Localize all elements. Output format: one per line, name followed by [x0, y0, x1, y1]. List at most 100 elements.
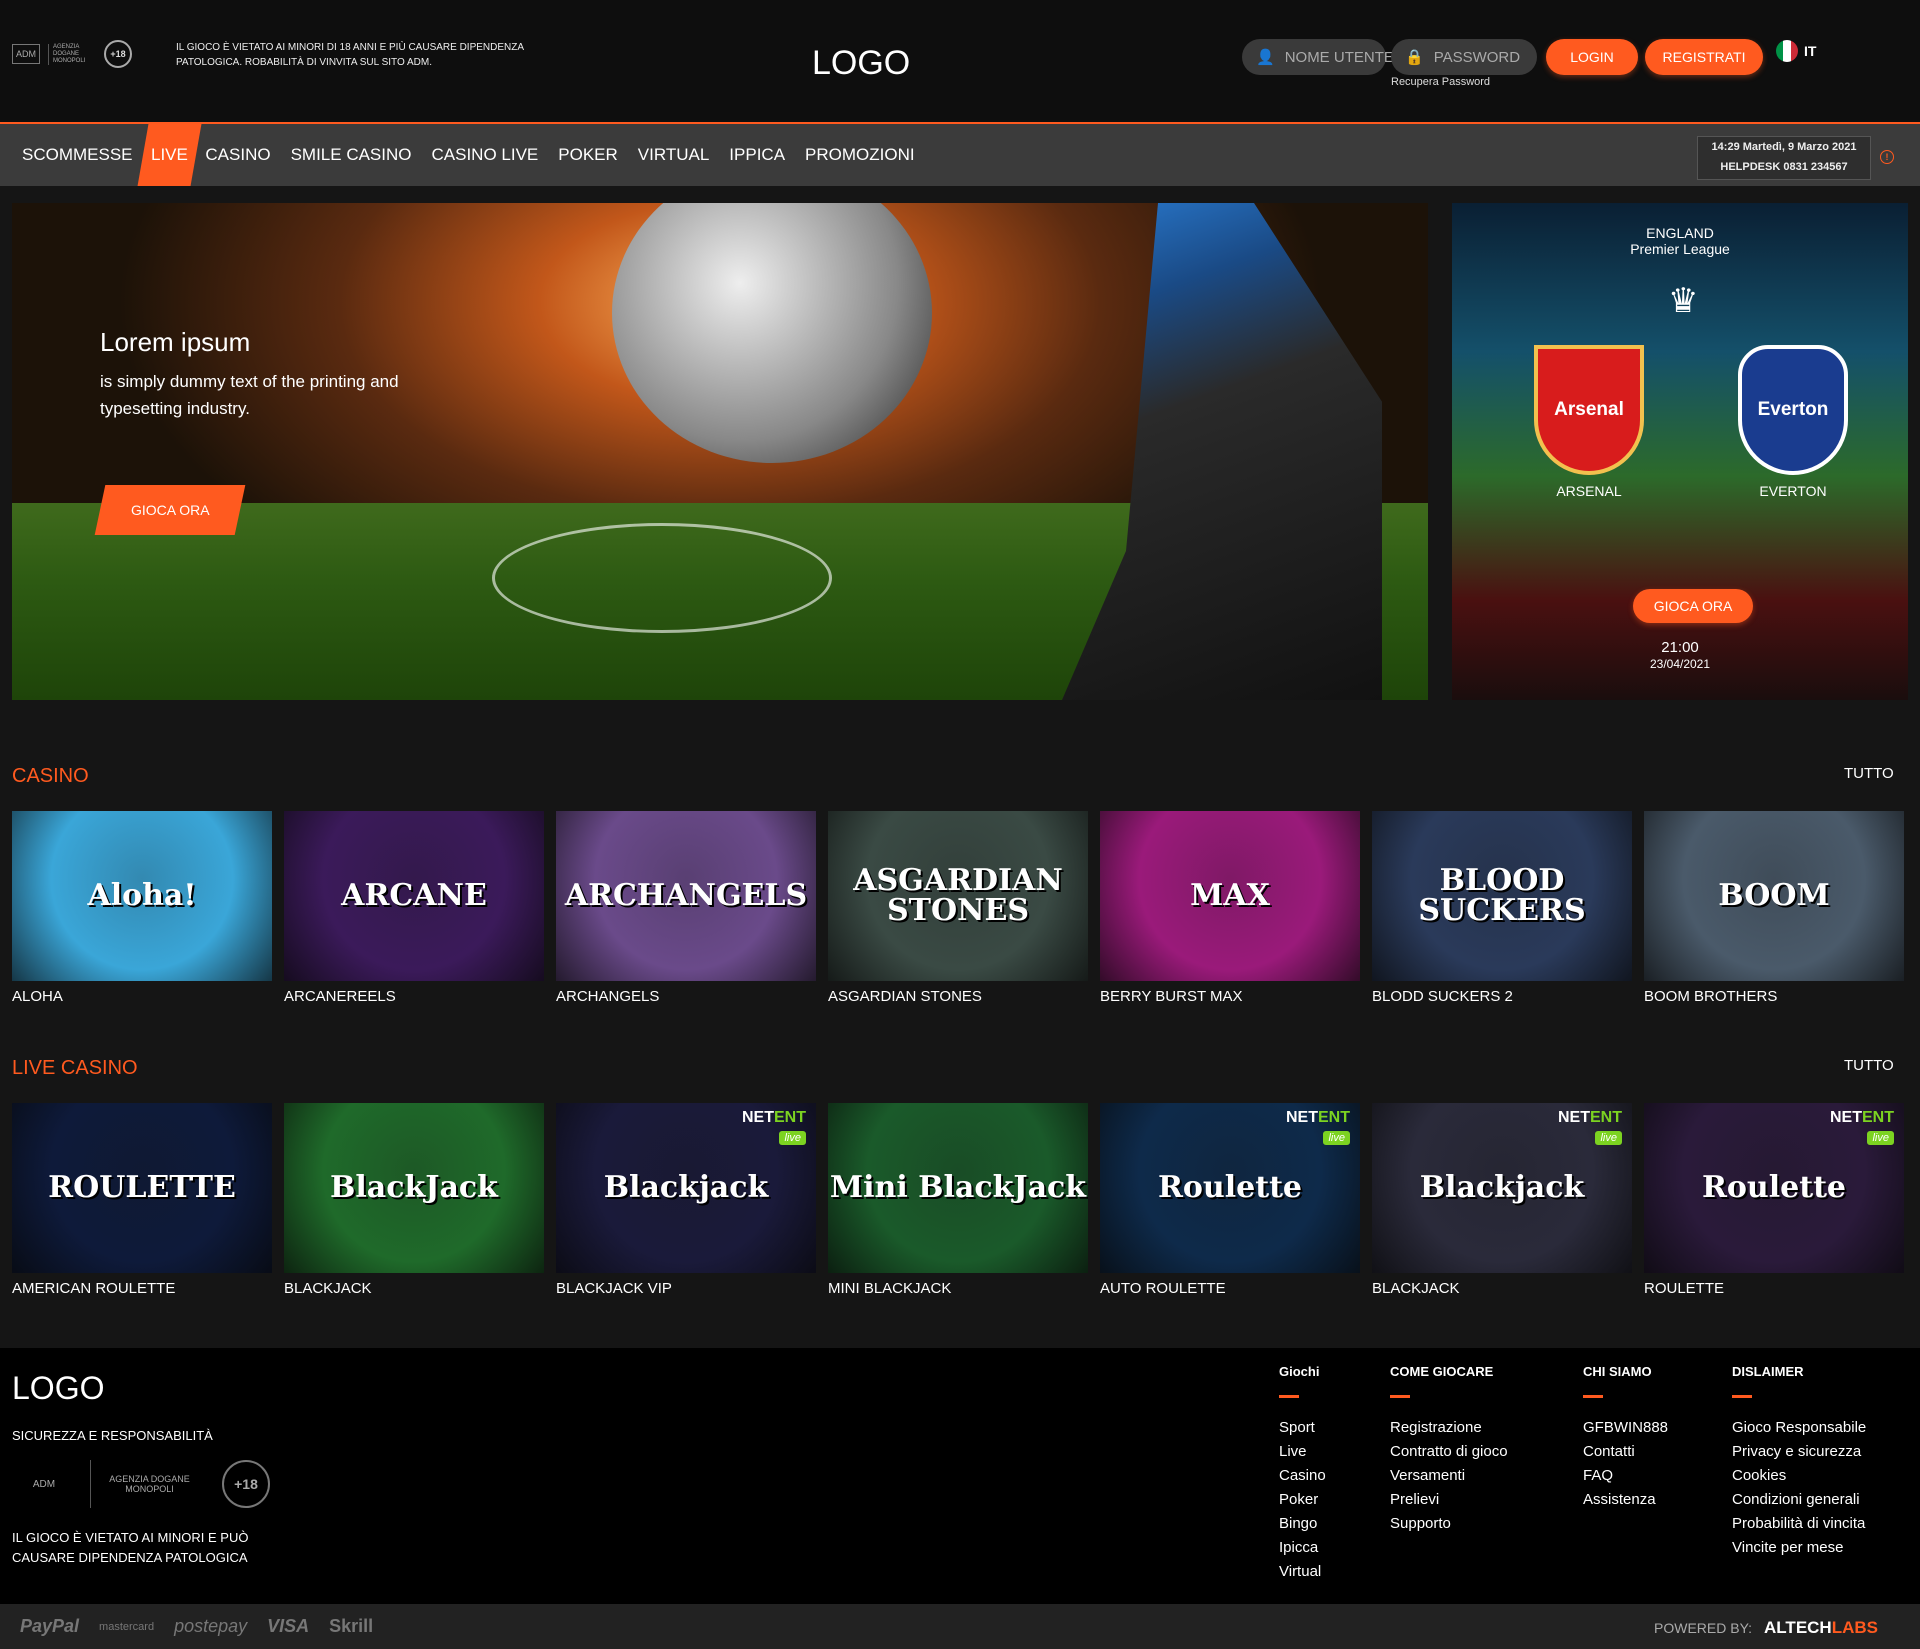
- footer-link[interactable]: Sport: [1279, 1416, 1326, 1440]
- game-label[interactable]: ASGARDIAN STONES: [828, 988, 1088, 1005]
- nav-item-casino[interactable]: CASINO: [195, 124, 280, 186]
- footer-link[interactable]: Virtual: [1279, 1560, 1326, 1584]
- game-thumbnail[interactable]: MAX: [1100, 811, 1360, 981]
- game-card[interactable]: Roulette NETENT live AUTO ROULETTE: [1100, 1103, 1360, 1297]
- match-play-button[interactable]: GIOCA ORA: [1633, 589, 1753, 623]
- info-icon[interactable]: !: [1880, 150, 1894, 164]
- site-logo[interactable]: LOGO: [812, 44, 910, 83]
- game-thumbnail[interactable]: ARCANE: [284, 811, 544, 981]
- premier-league-icon: ♛: [1668, 282, 1699, 320]
- footer-link[interactable]: Poker: [1279, 1488, 1326, 1512]
- game-thumbnail[interactable]: Roulette NETENT live: [1100, 1103, 1360, 1273]
- game-thumbnail[interactable]: Mini BlackJack: [828, 1103, 1088, 1273]
- game-thumbnail[interactable]: BLOOD SUCKERS: [1372, 811, 1632, 981]
- game-label[interactable]: ROULETTE: [1644, 1280, 1904, 1297]
- username-field[interactable]: 👤: [1242, 39, 1395, 75]
- game-card[interactable]: Roulette NETENT live ROULETTE: [1644, 1103, 1904, 1297]
- user-icon: 👤: [1256, 49, 1275, 66]
- game-label[interactable]: BERRY BURST MAX: [1100, 988, 1360, 1005]
- game-card[interactable]: ARCHANGELS ARCHANGELS: [556, 811, 816, 1005]
- game-label[interactable]: ARCANEREELS: [284, 988, 544, 1005]
- live-casino-see-all-link[interactable]: TUTTO: [1844, 1057, 1894, 1074]
- footer-col-disclaimer: DISLAIMER Gioco Responsabile Privacy e s…: [1732, 1364, 1866, 1560]
- game-thumbnail[interactable]: ASGARDIAN STONES: [828, 811, 1088, 981]
- footer-link[interactable]: Bingo: [1279, 1512, 1326, 1536]
- game-card[interactable]: MAX BERRY BURST MAX: [1100, 811, 1360, 1005]
- game-thumbnail[interactable]: BlackJack: [284, 1103, 544, 1273]
- game-thumbnail[interactable]: ARCHANGELS: [556, 811, 816, 981]
- brand-part-a: ALTECH: [1764, 1618, 1832, 1637]
- game-label[interactable]: ARCHANGELS: [556, 988, 816, 1005]
- game-card[interactable]: ARCANE ARCANEREELS: [284, 811, 544, 1005]
- footer-link[interactable]: Casino: [1279, 1464, 1326, 1488]
- game-card[interactable]: BLOOD SUCKERS BLODD SUCKERS 2: [1372, 811, 1632, 1005]
- casino-see-all-link[interactable]: TUTTO: [1844, 765, 1894, 782]
- game-label[interactable]: MINI BLACKJACK: [828, 1280, 1088, 1297]
- netent-logo-part: ENT: [1318, 1109, 1350, 1126]
- footer-link[interactable]: Registrazione: [1390, 1416, 1508, 1440]
- game-thumbnail[interactable]: Blackjack NETENT live: [556, 1103, 816, 1273]
- bottom-bar: PayPal mastercard postepay VISA Skrill P…: [0, 1604, 1920, 1649]
- nav-item-poker[interactable]: POKER: [548, 124, 628, 186]
- nav-item-casino-live[interactable]: CASINO LIVE: [422, 124, 549, 186]
- game-thumbnail[interactable]: Blackjack NETENT live: [1372, 1103, 1632, 1273]
- netent-logo: NETENT: [1558, 1109, 1622, 1127]
- game-thumbnail[interactable]: Aloha!: [12, 811, 272, 981]
- game-label[interactable]: BOOM BROTHERS: [1644, 988, 1904, 1005]
- register-button[interactable]: REGISTRATI: [1645, 39, 1763, 75]
- game-card[interactable]: Mini BlackJack MINI BLACKJACK: [828, 1103, 1088, 1297]
- game-thumbnail[interactable]: ROULETTE: [12, 1103, 272, 1273]
- game-label[interactable]: BLACKJACK: [284, 1280, 544, 1297]
- datetime-box: 14:29 Martedì, 9 Marzo 2021 HELPDESK 083…: [1697, 136, 1871, 180]
- footer-link[interactable]: Contatti: [1583, 1440, 1668, 1464]
- footer-link[interactable]: Assistenza: [1583, 1488, 1668, 1512]
- nav-item-live[interactable]: LIVE: [137, 124, 201, 186]
- game-card[interactable]: ROULETTE AMERICAN ROULETTE: [12, 1103, 272, 1297]
- footer-link[interactable]: FAQ: [1583, 1464, 1668, 1488]
- game-label[interactable]: AMERICAN ROULETTE: [12, 1280, 272, 1297]
- altechlabs-logo[interactable]: ALTECHLABS: [1764, 1618, 1878, 1638]
- footer-link[interactable]: Supporto: [1390, 1512, 1508, 1536]
- password-field[interactable]: 🔒: [1391, 39, 1544, 75]
- game-art-title: Mini BlackJack: [829, 1170, 1087, 1205]
- footer-link[interactable]: Prelievi: [1390, 1488, 1508, 1512]
- username-input[interactable]: [1284, 48, 1395, 66]
- password-input[interactable]: [1433, 48, 1544, 66]
- nav-item-scommesse[interactable]: SCOMMESSE: [12, 124, 143, 186]
- footer-link[interactable]: Vincite per mese: [1732, 1536, 1866, 1560]
- game-card[interactable]: ASGARDIAN STONES ASGARDIAN STONES: [828, 811, 1088, 1005]
- nav-item-ippica[interactable]: IPPICA: [719, 124, 795, 186]
- hero-play-button[interactable]: GIOCA ORA: [94, 485, 246, 535]
- footer-link[interactable]: Probabilità di vincita: [1732, 1512, 1866, 1536]
- game-label[interactable]: BLACKJACK: [1372, 1280, 1632, 1297]
- game-card[interactable]: BOOM BOOM BROTHERS: [1644, 811, 1904, 1005]
- footer-link[interactable]: GFBWIN888: [1583, 1416, 1668, 1440]
- footer-link[interactable]: Condizioni generali: [1732, 1488, 1866, 1512]
- game-card[interactable]: Aloha! ALOHA: [12, 811, 272, 1005]
- footer-link[interactable]: Contratto di gioco: [1390, 1440, 1508, 1464]
- nav-item-smile-casino[interactable]: SMILE CASINO: [281, 124, 422, 186]
- game-label[interactable]: BLODD SUCKERS 2: [1372, 988, 1632, 1005]
- footer-link[interactable]: Ipicca: [1279, 1536, 1326, 1560]
- game-thumbnail[interactable]: BOOM: [1644, 811, 1904, 981]
- footer-col-chi-siamo: CHI SIAMO GFBWIN888 Contatti FAQ Assiste…: [1583, 1364, 1668, 1512]
- footer-link[interactable]: Privacy e sicurezza: [1732, 1440, 1866, 1464]
- game-card[interactable]: Blackjack NETENT live BLACKJACK: [1372, 1103, 1632, 1297]
- nav-item-virtual[interactable]: VIRTUAL: [628, 124, 720, 186]
- footer-link[interactable]: Cookies: [1732, 1464, 1866, 1488]
- login-button[interactable]: LOGIN: [1546, 39, 1638, 75]
- game-label[interactable]: ALOHA: [12, 988, 272, 1005]
- footer-logo[interactable]: LOGO: [12, 1370, 104, 1407]
- game-label[interactable]: AUTO ROULETTE: [1100, 1280, 1360, 1297]
- footer-link[interactable]: Gioco Responsabile: [1732, 1416, 1866, 1440]
- game-thumbnail[interactable]: Roulette NETENT live: [1644, 1103, 1904, 1273]
- language-selector[interactable]: IT: [1776, 40, 1816, 62]
- nav-item-promozioni[interactable]: PROMOZIONI: [795, 124, 925, 186]
- footer-link[interactable]: Versamenti: [1390, 1464, 1508, 1488]
- recover-password-link[interactable]: Recupera Password: [1391, 76, 1490, 88]
- game-label[interactable]: BLACKJACK VIP: [556, 1280, 816, 1297]
- game-art-title: Roulette: [1701, 1170, 1847, 1205]
- game-card[interactable]: BlackJack BLACKJACK: [284, 1103, 544, 1297]
- footer-link[interactable]: Live: [1279, 1440, 1326, 1464]
- game-card[interactable]: Blackjack NETENT live BLACKJACK VIP: [556, 1103, 816, 1297]
